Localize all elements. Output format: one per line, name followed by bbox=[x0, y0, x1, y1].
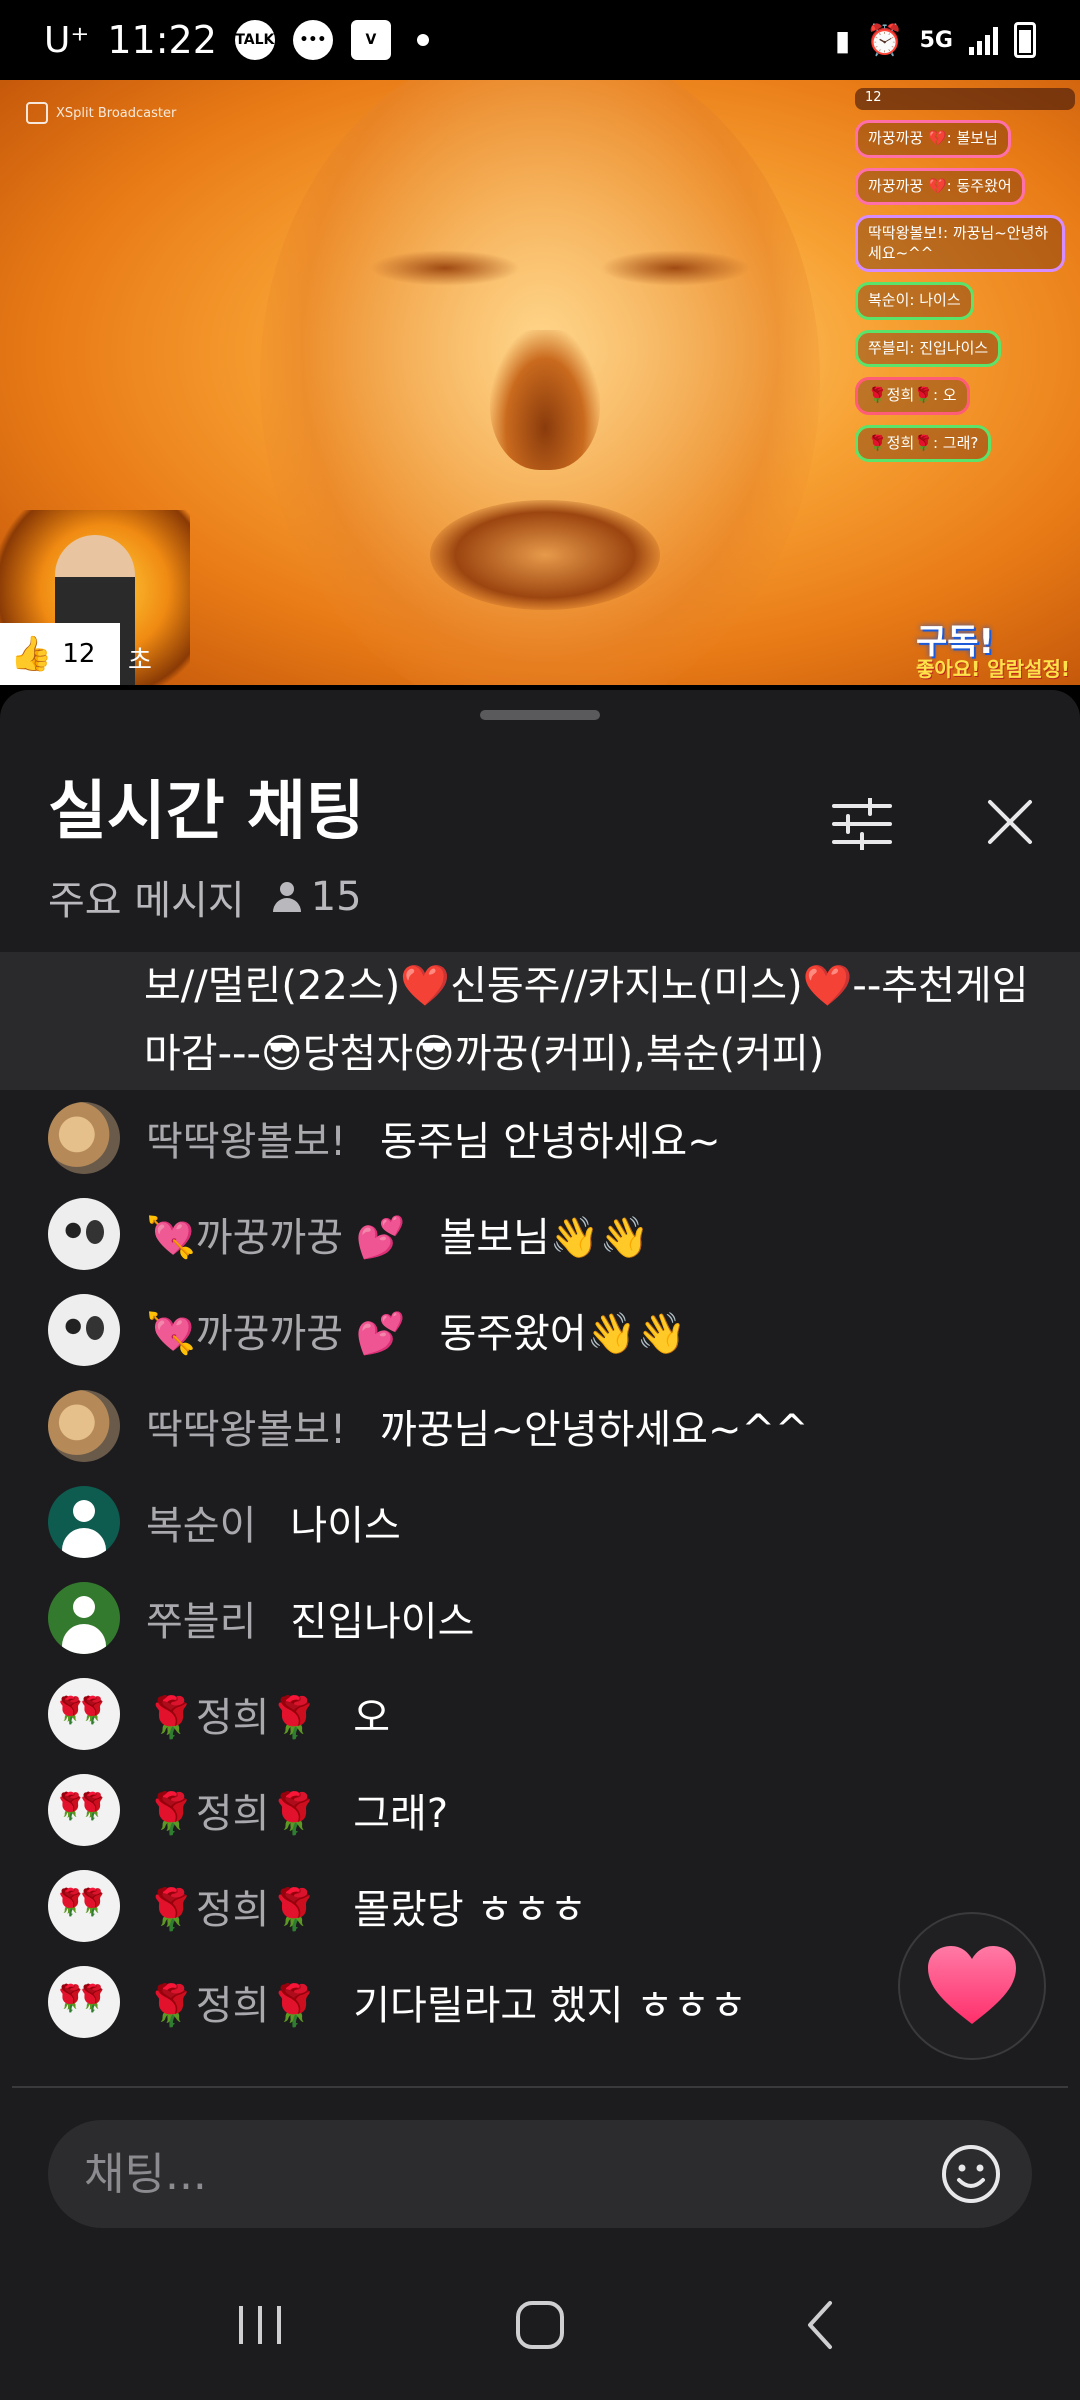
more-notifications-dot bbox=[416, 34, 429, 46]
chat-message[interactable]: 쭈블리 진입나이스 bbox=[0, 1570, 1080, 1666]
viewer-count: 15 bbox=[272, 874, 362, 920]
overlay-message: 🌹정희🌹: 그래? bbox=[855, 424, 992, 462]
network-label: 5G bbox=[919, 27, 953, 53]
author-name[interactable]: 🌹정희🌹 bbox=[146, 1877, 319, 1935]
avatar[interactable] bbox=[48, 1582, 120, 1654]
video-lips bbox=[430, 500, 660, 610]
v-app-icon: V bbox=[350, 20, 391, 60]
video-nose bbox=[490, 330, 600, 470]
avatar[interactable] bbox=[48, 1102, 120, 1174]
stream-chat-overlay: 12 까꿍까꿍 💔: 볼보님 까꿍까꿍 💔: 동주왔어 딱딱왕볼보!: 까꿍님~… bbox=[855, 88, 1075, 462]
recents-icon bbox=[239, 2306, 281, 2344]
person-icon bbox=[272, 882, 301, 912]
signal-icon bbox=[969, 25, 998, 55]
status-bar: U⁺ 11:22 TALK ••• V ▮ ⏰ 5G bbox=[0, 0, 1080, 80]
message-text: 동주님 안녕하세요~ bbox=[380, 1119, 721, 1165]
author-name[interactable]: 🌹정희🌹 bbox=[146, 1973, 319, 2031]
avatar[interactable] bbox=[48, 1678, 120, 1750]
author-name[interactable]: 💘까꿍까꿍 💕 bbox=[146, 1301, 406, 1359]
author-name[interactable]: 쭈블리 bbox=[146, 1589, 256, 1647]
close-icon[interactable] bbox=[978, 790, 1042, 854]
message-text: 몰랐당 ㅎㅎㅎ bbox=[353, 1887, 587, 1933]
author-name[interactable]: 딱딱왕볼보! bbox=[146, 1109, 346, 1167]
clock: 11:22 bbox=[107, 18, 217, 62]
drag-handle[interactable] bbox=[480, 710, 600, 720]
message-text: 나이스 bbox=[290, 1503, 401, 1549]
back-button[interactable] bbox=[780, 2285, 860, 2365]
chat-mode-dropdown[interactable]: 주요 메시지 bbox=[48, 868, 245, 926]
overlay-message: 🌹정희🌹: 오 bbox=[855, 377, 970, 415]
broadcaster-label: XSplit Broadcaster bbox=[56, 105, 177, 121]
chat-message[interactable]: 딱딱왕볼보! 까꿍님~안녕하세요~^^ bbox=[0, 1378, 1080, 1474]
author-name[interactable]: 🌹정희🌹 bbox=[146, 1685, 319, 1743]
live-chat-panel: 실시간 채팅 주요 메시지 15 보//멀린(22스)❤️신동주//카지노(미스… bbox=[0, 690, 1080, 2400]
emoji-icon[interactable] bbox=[940, 2143, 1002, 2205]
viewer-count-value: 15 bbox=[310, 874, 362, 920]
message-text: 오 bbox=[353, 1695, 391, 1741]
video-eye-right bbox=[600, 250, 750, 286]
avatar[interactable] bbox=[48, 1870, 120, 1942]
overlay-message: 까꿍까꿍 💔: 볼보님 bbox=[855, 120, 1011, 158]
pinned-message[interactable]: 보//멀린(22스)❤️신동주//카지노(미스)❤️--추천게임마감---😎당첨… bbox=[0, 952, 1080, 1090]
chat-message[interactable]: 딱딱왕볼보! 동주님 안녕하세요~ bbox=[0, 1090, 1080, 1186]
chat-message[interactable]: 💘까꿍까꿍 💕 볼보님👋👋 bbox=[0, 1186, 1080, 1282]
chat-message[interactable]: 💘까꿍까꿍 💕 동주왔어👋👋 bbox=[0, 1282, 1080, 1378]
video-eye-left bbox=[370, 250, 520, 286]
avatar[interactable] bbox=[48, 1198, 120, 1270]
message-text: 볼보님👋👋 bbox=[439, 1215, 650, 1261]
heart-icon bbox=[928, 1946, 1016, 2024]
chat-message[interactable]: 🌹정희🌹 그래? bbox=[0, 1762, 1080, 1858]
home-icon bbox=[516, 2301, 564, 2349]
chat-message-list: 딱딱왕볼보! 동주님 안녕하세요~ 💘까꿍까꿍 💕 볼보님👋👋 💘까꿍까꿍 💕 … bbox=[0, 1090, 1080, 2050]
chat-bubble-icon: ••• bbox=[292, 20, 333, 60]
author-name[interactable]: 딱딱왕볼보! bbox=[146, 1397, 346, 1455]
overlay-message: 딱딱왕볼보!: 까꿍님~안녕하세요~^^ bbox=[855, 215, 1065, 272]
chat-message[interactable]: 복순이 나이스 bbox=[0, 1474, 1080, 1570]
chat-input[interactable] bbox=[84, 2148, 940, 2200]
input-divider bbox=[12, 2086, 1068, 2088]
filter-settings-icon[interactable] bbox=[832, 798, 892, 850]
overlay-message: 쭈블리: 진입나이스 bbox=[855, 329, 1002, 367]
subscribe-badge-subtitle: 좋아요! 알람설정! bbox=[915, 657, 1070, 681]
author-name[interactable]: 💘까꿍까꿍 💕 bbox=[146, 1205, 406, 1263]
overlay-label: 초 bbox=[128, 646, 152, 676]
overlay-message: 복순이: 나이스 bbox=[855, 282, 974, 320]
battery-icon bbox=[1014, 22, 1036, 58]
message-text: 그래? bbox=[353, 1791, 449, 1837]
avatar[interactable] bbox=[48, 1774, 120, 1846]
recents-button[interactable] bbox=[220, 2285, 300, 2365]
author-name[interactable]: 🌹정희🌹 bbox=[146, 1781, 319, 1839]
avatar[interactable] bbox=[48, 1486, 120, 1558]
chat-input-bar[interactable] bbox=[48, 2120, 1032, 2228]
panel-title: 실시간 채팅 bbox=[48, 775, 365, 849]
avatar[interactable] bbox=[48, 1294, 120, 1366]
overlay-header: 12 bbox=[855, 88, 1075, 110]
like-count: 12 bbox=[62, 639, 96, 669]
alarm-icon: ⏰ bbox=[866, 22, 904, 58]
broadcaster-watermark: XSplit Broadcaster bbox=[26, 102, 176, 124]
thumbs-up-icon: 👍 bbox=[10, 634, 53, 674]
message-text: 까꿍님~안녕하세요~^^ bbox=[380, 1407, 809, 1453]
chat-subtitle: 주요 메시지 15 bbox=[48, 868, 362, 926]
system-nav-bar bbox=[0, 2250, 1080, 2400]
avatar[interactable] bbox=[48, 1390, 120, 1462]
author-name[interactable]: 복순이 bbox=[146, 1493, 256, 1551]
message-text: 동주왔어👋👋 bbox=[439, 1311, 687, 1357]
xsplit-logo-icon bbox=[26, 102, 48, 124]
talk-icon: TALK bbox=[234, 20, 275, 60]
chat-message[interactable]: 🌹정희🌹 오 bbox=[0, 1666, 1080, 1762]
battery-saver-icon: ▮ bbox=[834, 23, 851, 57]
message-text: 진입나이스 bbox=[290, 1599, 475, 1645]
live-video[interactable]: XSplit Broadcaster 12 까꿍까꿍 💔: 볼보님 까꿍까꿍 💔… bbox=[0, 80, 1080, 685]
subscribe-badge: 구독! 좋아요! 알람설정! bbox=[916, 625, 1070, 679]
like-counter: 👍 12 bbox=[0, 623, 120, 685]
overlay-message: 까꿍까꿍 💔: 동주왔어 bbox=[855, 167, 1025, 205]
avatar[interactable] bbox=[48, 1966, 120, 2038]
heart-reaction-button[interactable] bbox=[898, 1912, 1046, 2060]
home-button[interactable] bbox=[500, 2285, 580, 2365]
carrier-label: U⁺ bbox=[44, 19, 90, 61]
back-icon bbox=[808, 2301, 832, 2349]
message-text: 기다릴라고 했지 ㅎㅎㅎ bbox=[353, 1983, 747, 2029]
subscribe-badge-title: 구독! bbox=[915, 622, 995, 662]
